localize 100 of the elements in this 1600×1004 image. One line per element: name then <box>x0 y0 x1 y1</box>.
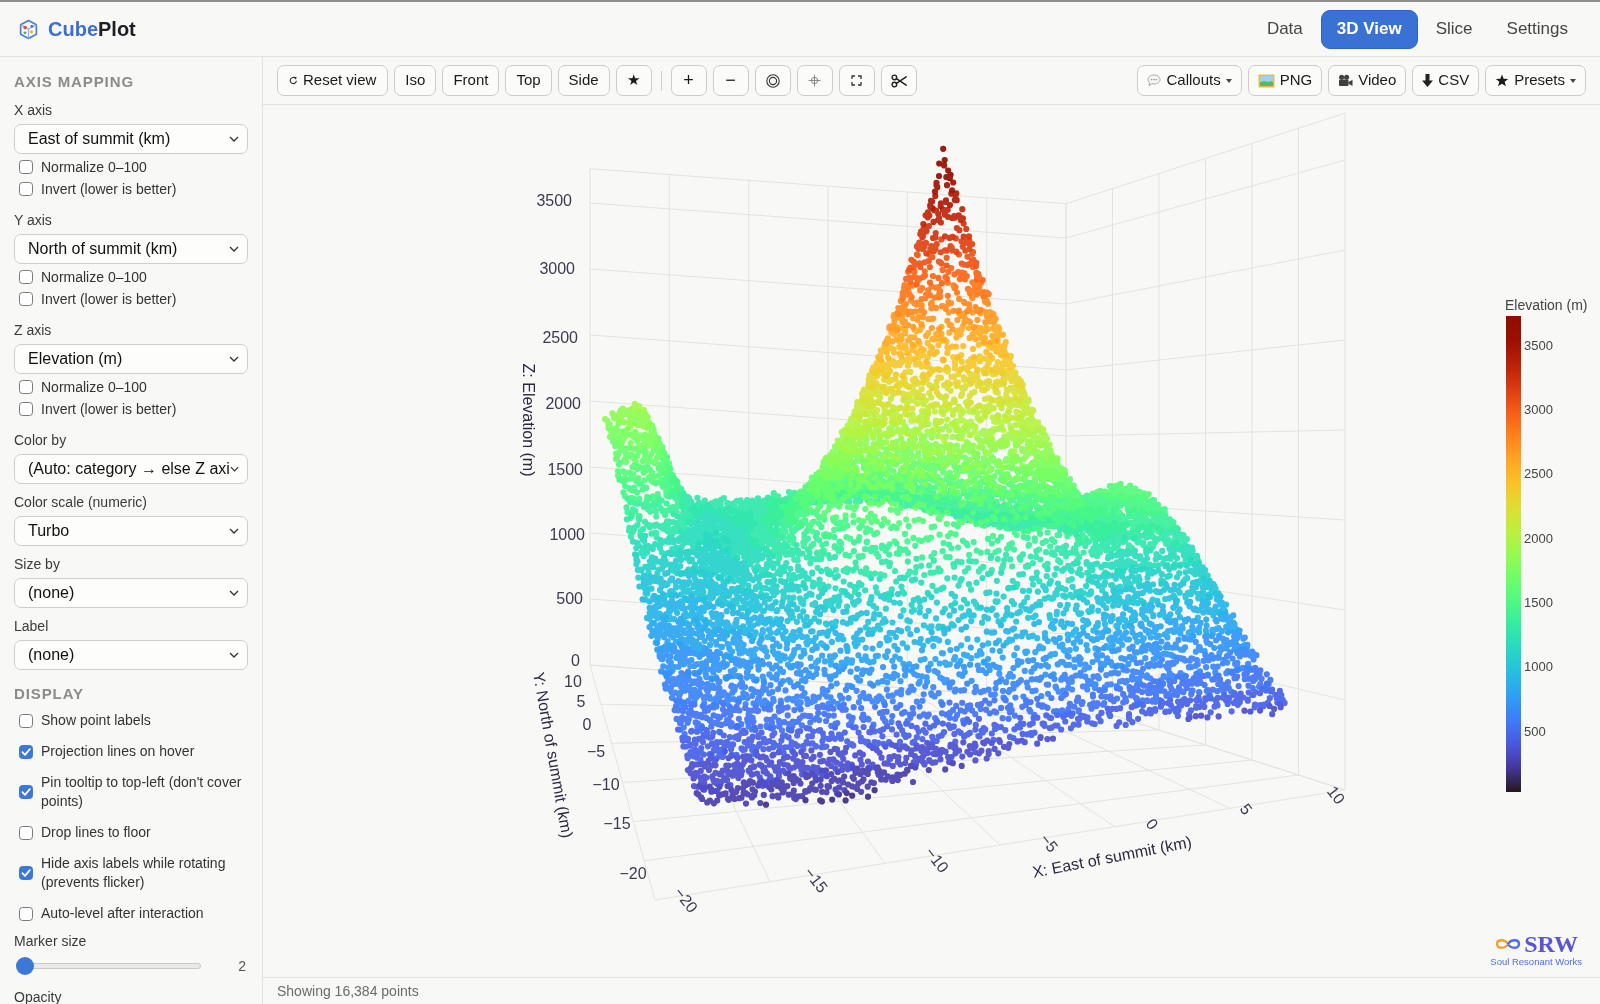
dropdown[interactable]: (Auto: category → else Z axi <box>14 454 248 484</box>
status-text: Showing 16,384 points <box>277 982 419 1001</box>
dropdown[interactable]: East of summit (km) <box>14 124 248 154</box>
star-icon <box>1495 74 1510 87</box>
axis-tick-label: −15 <box>603 814 631 832</box>
toolbar-button[interactable]: Reset view <box>277 65 389 96</box>
dropdown[interactable]: (none) <box>14 640 248 670</box>
brand-mark: SRW <box>1524 932 1579 956</box>
toolbar-button[interactable]: Front <box>442 65 500 96</box>
axis-tick-label: −20 <box>619 864 647 882</box>
axis-tick-label: 3000 <box>539 259 575 277</box>
tab[interactable]: 3D View <box>1320 9 1418 49</box>
checkbox-label: Pin tooltip to top-left (don't cover points) <box>41 773 243 811</box>
toolbar-button[interactable]: Side <box>557 65 610 96</box>
axis-tick-label: 10 <box>1323 782 1349 808</box>
checkbox[interactable] <box>19 866 33 880</box>
slider-thumb[interactable] <box>16 957 34 975</box>
video-camera-icon <box>1338 74 1354 87</box>
checkbox[interactable] <box>19 825 33 840</box>
chevron-down-icon <box>229 136 239 142</box>
fullscreen-icon <box>851 75 863 86</box>
colorbar-tick-label: 1500 <box>1524 594 1553 610</box>
toolbar-button[interactable]: + <box>670 65 707 96</box>
checkbox-label: Hide axis labels while rotating (prevents flicker) <box>41 854 227 892</box>
slider-value: 2 <box>238 957 246 976</box>
field-label: Opacity <box>14 989 63 1004</box>
checkbox[interactable] <box>19 402 33 416</box>
axis-tick-label: −10 <box>921 844 953 876</box>
axis-tick-label: 2500 <box>542 328 578 346</box>
toolbar-button[interactable]: Presets <box>1485 65 1586 96</box>
checkbox[interactable] <box>19 785 33 799</box>
axis-tick-label: −5 <box>1036 830 1062 856</box>
colorbar-tick-label: 3000 <box>1524 401 1553 417</box>
speech-bubble-icon <box>1147 74 1162 87</box>
toolbar-button[interactable]: Video <box>1328 65 1407 96</box>
chevron-down-icon <box>229 466 239 472</box>
axis-tick-label: −15 <box>800 864 832 896</box>
toolbar-button[interactable]: PNG <box>1247 65 1323 96</box>
slider-track[interactable] <box>16 957 201 975</box>
checkbox-label: Invert (lower is better) <box>41 289 178 309</box>
axis-tick-label: 0 <box>582 715 592 733</box>
field-label: Label <box>14 617 50 636</box>
tab[interactable]: Slice <box>1419 9 1489 49</box>
checkbox-label: Invert (lower is better) <box>41 399 178 419</box>
tab[interactable]: Data <box>1250 9 1319 49</box>
toolbar-button[interactable]: ★ <box>615 65 652 96</box>
axis-tick-label: 1500 <box>547 460 583 478</box>
brand-tagline: Soul Resonant Works <box>1490 956 1582 967</box>
toolbar-button[interactable]: Iso <box>394 65 437 96</box>
checkbox-label: Normalize 0–100 <box>41 267 148 287</box>
field-label: X axis <box>14 101 54 120</box>
cube-logo-icon <box>18 18 39 40</box>
chevron-down-icon <box>229 528 239 534</box>
checkbox[interactable] <box>19 713 33 728</box>
axis-tick-label: −5 <box>586 742 606 760</box>
section-heading: DISPLAY <box>14 684 85 704</box>
checkbox[interactable] <box>19 292 33 306</box>
toolbar-button[interactable]: CSV <box>1412 65 1480 96</box>
checkbox[interactable] <box>19 380 33 394</box>
dropdown[interactable]: Elevation (m) <box>14 344 248 374</box>
field-label: Y axis <box>14 211 53 230</box>
axis-tick-label: 10 <box>564 672 582 690</box>
colorbar-title: Elevation (m) <box>1505 297 1588 313</box>
checkbox-label: Drop lines to floor <box>41 823 152 842</box>
axis-tick-label: 5 <box>1236 800 1256 818</box>
axis-title: Z: Elevation (m) <box>519 363 537 477</box>
axis-tick-label: 500 <box>556 589 583 607</box>
colorbar-tick-label: 3500 <box>1524 337 1553 353</box>
checkbox-label: Normalize 0–100 <box>41 157 148 177</box>
field-label: Color scale (numeric) <box>14 493 149 512</box>
checkbox[interactable] <box>19 270 33 284</box>
field-label: Marker size <box>14 932 88 951</box>
dropdown[interactable]: Turbo <box>14 516 248 546</box>
toolbar-button[interactable]: Top <box>505 65 552 96</box>
toolbar-button[interactable]: Callouts <box>1137 65 1242 96</box>
axis-tick-label: −10 <box>592 775 620 793</box>
field-label: Z axis <box>14 321 53 340</box>
axis-tick-label: 2000 <box>545 394 581 412</box>
section-heading: AXIS MAPPING <box>14 72 135 92</box>
checkbox[interactable] <box>19 906 33 921</box>
field-label: Size by <box>14 555 61 574</box>
axis-tick-label: 3500 <box>536 191 572 209</box>
checkbox-label: Projection lines on hover <box>41 742 196 761</box>
dropdown[interactable]: (none) <box>14 578 248 608</box>
axis-tick-label: 1000 <box>549 525 585 543</box>
toolbar-button[interactable] <box>754 65 791 96</box>
checkbox[interactable] <box>19 744 33 759</box>
down-arrow-icon <box>1422 74 1434 87</box>
chevron-down-icon <box>229 590 239 596</box>
field-label: Color by <box>14 431 68 450</box>
checkbox[interactable] <box>19 160 33 174</box>
dropdown[interactable]: North of summit (km) <box>14 234 248 264</box>
toolbar-button[interactable]: − <box>712 65 749 96</box>
checkbox[interactable] <box>19 182 33 196</box>
tab[interactable]: Settings <box>1490 9 1584 49</box>
target-icon <box>765 73 780 88</box>
checkbox-label: Normalize 0–100 <box>41 377 148 397</box>
chevron-down-icon <box>229 246 239 252</box>
axis-tick-label: 0 <box>571 651 580 669</box>
toolbar-button[interactable] <box>880 65 917 96</box>
